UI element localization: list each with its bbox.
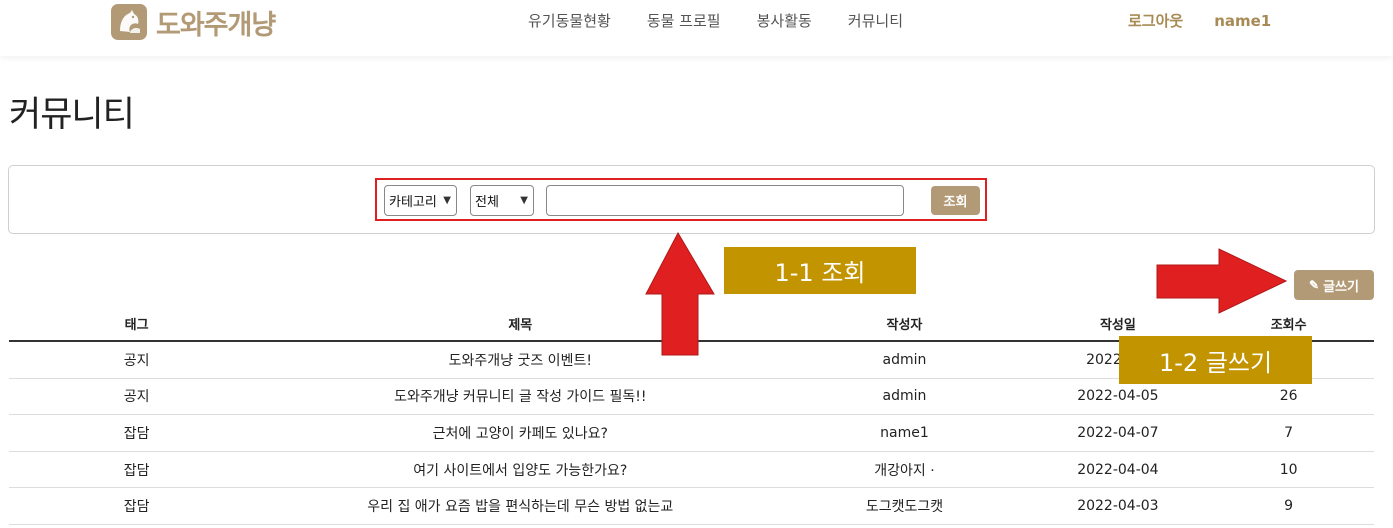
user-nav: 로그아웃 name1 bbox=[1128, 11, 1302, 31]
write-post-button[interactable]: ✎ 글쓰기 bbox=[1294, 270, 1374, 300]
pencil-icon: ✎ bbox=[1309, 278, 1320, 292]
row-author: 도그캣도그캣 bbox=[865, 499, 944, 516]
header-date: 작성일 bbox=[1099, 317, 1136, 333]
main-nav: 유기동물현황 동물 프로필 봉사활동 커뮤니티 bbox=[528, 11, 939, 31]
header-author: 작성자 bbox=[886, 317, 923, 333]
row-views: 9 bbox=[1284, 498, 1294, 515]
row-tag: 공지 bbox=[123, 389, 150, 406]
row-tag: 잡담 bbox=[123, 499, 150, 516]
table-row[interactable]: 잡담 근처에 고양이 카페도 있나요? name1 2022-04-07 7 bbox=[9, 415, 1374, 452]
row-title-link[interactable]: 도와주개냥 굿즈 이벤트! bbox=[264, 342, 776, 378]
nav-item-animal-profile[interactable]: 동물 프로필 bbox=[647, 11, 721, 31]
scope-select[interactable]: 전체 ▼ bbox=[470, 185, 534, 216]
arrow-right-annotation bbox=[1156, 248, 1288, 314]
header-views: 조회수 bbox=[1270, 317, 1307, 333]
chevron-down-icon: ▼ bbox=[520, 195, 528, 206]
row-author: admin bbox=[882, 388, 927, 405]
row-title-link[interactable]: 우리 집 애가 요즘 밥을 편식하는데 무슨 방법 없는교 bbox=[264, 488, 776, 524]
row-title-link[interactable]: 도와주개냥 커뮤니티 글 작성 가이드 필독!! bbox=[264, 379, 776, 415]
row-author: 개강아지 · bbox=[874, 462, 935, 479]
logout-link[interactable]: 로그아웃 bbox=[1128, 11, 1183, 31]
row-date: 2022-04-07 bbox=[1077, 424, 1159, 441]
header-title: 제목 bbox=[508, 317, 533, 333]
category-select-value: 카테고리 bbox=[389, 195, 437, 210]
table-row[interactable]: 공지 도와주개냥 커뮤니티 글 작성 가이드 필독!! admin 2022-0… bbox=[9, 379, 1374, 416]
nav-item-volunteer[interactable]: 봉사활동 bbox=[757, 11, 812, 31]
search-input[interactable] bbox=[546, 185, 904, 216]
row-title-link[interactable]: 여기 사이트에서 입양도 가능한가요? bbox=[264, 452, 776, 488]
row-title-link[interactable]: 근처에 고양이 카페도 있나요? bbox=[264, 415, 776, 451]
row-date: 2022-04-03 bbox=[1077, 498, 1159, 515]
page-title: 커뮤니티 bbox=[9, 95, 135, 135]
logo[interactable]: 도와주개냥 bbox=[111, 3, 276, 41]
row-author: name1 bbox=[880, 424, 929, 441]
dog-cat-logo-icon bbox=[111, 4, 147, 40]
nav-item-community[interactable]: 커뮤니티 bbox=[848, 11, 903, 31]
row-tag: 공지 bbox=[123, 352, 150, 369]
nav-item-shelter-status[interactable]: 유기동물현황 bbox=[528, 11, 611, 31]
annotation-write-label: 1-2 글쓰기 bbox=[1119, 336, 1312, 384]
navbar: 도와주개냥 유기동물현황 동물 프로필 봉사활동 커뮤니티 로그아웃 name1 bbox=[0, 0, 1393, 56]
chevron-down-icon: ▼ bbox=[443, 195, 451, 206]
logo-text: 도와주개냥 bbox=[156, 9, 276, 41]
search-button[interactable]: 조회 bbox=[931, 186, 980, 215]
write-post-label: 글쓰기 bbox=[1323, 278, 1359, 294]
username-link[interactable]: name1 bbox=[1214, 11, 1271, 31]
row-views: 10 bbox=[1279, 461, 1298, 478]
row-tag: 잡담 bbox=[123, 462, 150, 479]
row-views: 7 bbox=[1284, 424, 1294, 441]
row-tag: 잡담 bbox=[123, 425, 150, 442]
category-select[interactable]: 카테고리 ▼ bbox=[384, 185, 457, 216]
table-row[interactable]: 잡담 우리 집 애가 요즘 밥을 편식하는데 무슨 방법 없는교 도그캣도그캣 … bbox=[9, 488, 1374, 525]
row-author: admin bbox=[882, 351, 927, 368]
scope-select-value: 전체 bbox=[475, 195, 499, 210]
annotation-search-label: 1-1 조회 bbox=[724, 247, 916, 294]
row-date: 2022-04-04 bbox=[1077, 461, 1159, 478]
header-tag: 태그 bbox=[124, 317, 149, 333]
table-row[interactable]: 잡담 여기 사이트에서 입양도 가능한가요? 개강아지 · 2022-04-04… bbox=[9, 452, 1374, 489]
